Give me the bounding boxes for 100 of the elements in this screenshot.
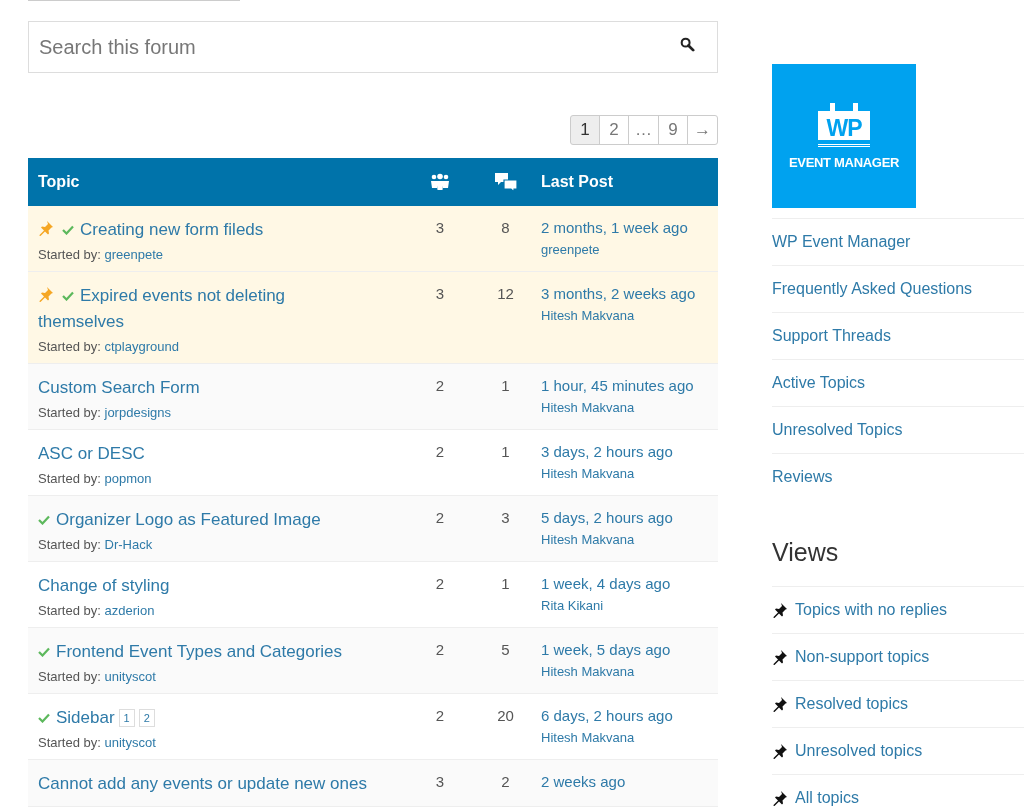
- check-icon: [38, 713, 50, 723]
- post-count: 1: [500, 442, 511, 462]
- topic-link[interactable]: Sidebar: [38, 705, 115, 731]
- started-by-text: Started by: unityscot: [38, 669, 157, 684]
- topic-link[interactable]: ASC or DESC: [38, 441, 145, 467]
- author-link[interactable]: jorpdesigns: [104, 405, 171, 420]
- post-count: 5: [500, 640, 511, 660]
- pin-icon: [772, 649, 788, 665]
- author-link[interactable]: Hitesh Makvana: [541, 664, 718, 679]
- post-count: 1: [500, 574, 511, 594]
- post-count: 8: [500, 218, 511, 238]
- search-icon[interactable]: [680, 37, 695, 52]
- page-link[interactable]: →: [687, 115, 718, 145]
- voice-count: 3: [434, 772, 446, 792]
- page-link[interactable]: …: [628, 115, 659, 145]
- pin-icon: [772, 790, 788, 806]
- nav-link[interactable]: Active Topics: [772, 374, 866, 392]
- check-icon: [62, 291, 74, 301]
- author-link[interactable]: Rita Kikani: [541, 598, 718, 613]
- author-link[interactable]: greenpete: [541, 242, 718, 257]
- view-link[interactable]: Non-support topics: [795, 648, 930, 666]
- last-post-link[interactable]: 6 days, 2 hours ago: [541, 705, 718, 724]
- nav-link[interactable]: WP Event Manager: [772, 233, 911, 251]
- check-icon: [38, 515, 50, 525]
- post-count: 2: [500, 772, 511, 792]
- author-link[interactable]: Hitesh Makvana: [541, 532, 718, 547]
- last-post-link[interactable]: 3 days, 2 hours ago: [541, 441, 718, 460]
- voice-count: 3: [434, 284, 446, 304]
- author-link[interactable]: unityscot: [104, 735, 156, 750]
- view-link[interactable]: Topics with no replies: [795, 601, 948, 619]
- column-header: Last Post: [541, 173, 614, 191]
- page-link[interactable]: 1: [570, 115, 600, 145]
- topic-link[interactable]: Change of styling: [38, 573, 170, 599]
- post-count: 1: [500, 376, 511, 396]
- voice-count: 2: [434, 574, 446, 594]
- calendar-logo-mark: WP: [818, 102, 870, 147]
- topic-link[interactable]: Organizer Logo as Featured Image: [38, 507, 321, 533]
- page-link[interactable]: 2: [138, 709, 155, 727]
- check-icon: [62, 225, 74, 235]
- last-post-link[interactable]: 1 week, 4 days ago: [541, 573, 718, 592]
- voice-count: 3: [434, 218, 446, 238]
- voice-count: 2: [434, 442, 446, 462]
- author-link[interactable]: greenpete: [104, 247, 164, 262]
- started-by-text: Started by: ctplayground: [38, 339, 180, 354]
- started-by-text: Started by: unityscot: [38, 735, 157, 750]
- logo-text: EVENT MANAGER: [788, 154, 900, 170]
- post-count: 20: [496, 706, 515, 726]
- author-link[interactable]: Dr-Hack: [104, 537, 153, 552]
- started-by-text: Started by: azderion: [38, 603, 156, 618]
- topic-link[interactable]: Expired events not deleting themselves: [38, 283, 373, 335]
- author-link[interactable]: unityscot: [104, 669, 156, 684]
- last-post-link[interactable]: 1 week, 5 days ago: [541, 639, 718, 658]
- search-field[interactable]: Search this forum: [28, 21, 718, 73]
- nav-link[interactable]: Frequently Asked Questions: [772, 280, 973, 298]
- last-post-link[interactable]: 2 weeks ago: [541, 771, 718, 790]
- view-link[interactable]: Resolved topics: [795, 695, 908, 713]
- last-post-link[interactable]: 3 months, 2 weeks ago: [541, 283, 718, 302]
- people-icon: [430, 173, 450, 191]
- author-link[interactable]: Hitesh Makvana: [541, 466, 718, 481]
- author-link[interactable]: Hitesh Makvana: [541, 730, 718, 745]
- page-link[interactable]: 1: [118, 709, 135, 727]
- logo[interactable]: WP EVENT MANAGER: [772, 64, 916, 208]
- pin-icon: [772, 743, 788, 759]
- pin-icon: [772, 696, 788, 712]
- page-link[interactable]: 2: [599, 115, 629, 145]
- post-count: 3: [500, 508, 511, 528]
- view-link[interactable]: Unresolved topics: [795, 742, 923, 760]
- last-post-link[interactable]: 2 months, 1 week ago: [541, 217, 718, 236]
- section-heading: Views: [772, 538, 840, 567]
- view-link[interactable]: All topics: [795, 789, 860, 807]
- nav-link[interactable]: Support Threads: [772, 327, 891, 345]
- topic-link[interactable]: Frontend Event Types and Categories: [38, 639, 343, 665]
- started-by-text: Started by: greenpete: [38, 247, 165, 262]
- author-link[interactable]: popmon: [104, 471, 152, 486]
- speech-bubbles-icon: [493, 172, 518, 192]
- topic-link[interactable]: Creating new form fileds: [38, 217, 264, 243]
- check-icon: [38, 647, 50, 657]
- started-by-text: Started by: popmon: [38, 471, 153, 486]
- author-link[interactable]: Hitesh Makvana: [541, 400, 718, 415]
- nav-link[interactable]: Unresolved Topics: [772, 421, 903, 439]
- author-link[interactable]: azderion: [104, 603, 155, 618]
- last-post-link[interactable]: 5 days, 2 hours ago: [541, 507, 718, 526]
- page-link[interactable]: 9: [658, 115, 688, 145]
- pin-icon: [38, 286, 54, 302]
- voice-count: 2: [434, 376, 446, 396]
- voice-count: 2: [434, 706, 446, 726]
- pin-icon: [772, 602, 788, 618]
- column-header: Topic: [37, 173, 81, 191]
- voice-count: 2: [434, 640, 446, 660]
- author-link[interactable]: ctplayground: [104, 339, 179, 354]
- voice-count: 2: [434, 508, 446, 528]
- pin-icon: [38, 220, 54, 236]
- nav-link[interactable]: Reviews: [772, 468, 833, 486]
- post-count: 12: [496, 284, 515, 304]
- author-link[interactable]: Hitesh Makvana: [541, 308, 718, 323]
- started-by-text: Started by: jorpdesigns: [38, 405, 172, 420]
- started-by-text: Started by: Dr-Hack: [38, 537, 154, 552]
- last-post-link[interactable]: 1 hour, 45 minutes ago: [541, 375, 718, 394]
- topic-link[interactable]: Cannot add any events or update new ones: [38, 771, 367, 797]
- topic-link[interactable]: Custom Search Form: [38, 375, 200, 401]
